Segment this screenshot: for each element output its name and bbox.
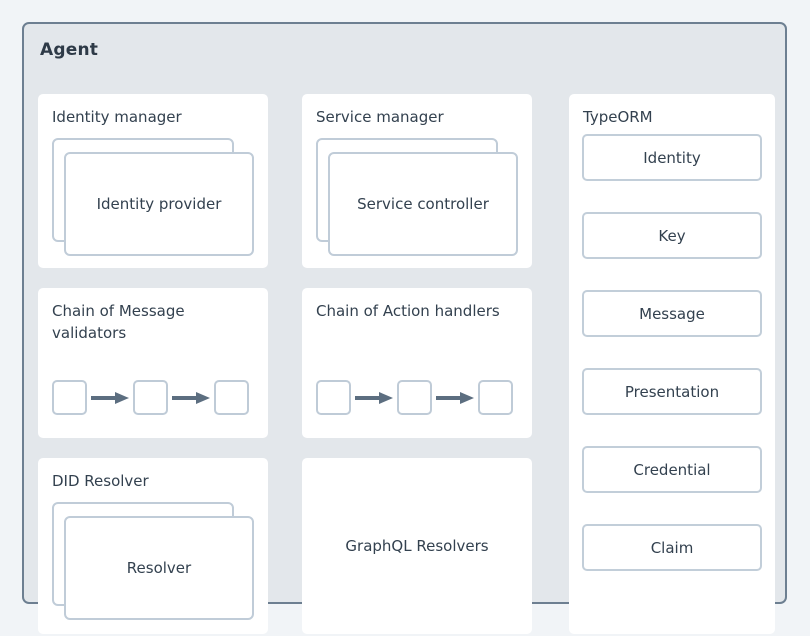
typeorm-entity-list: Identity Key Message Presentation Creden…	[582, 134, 762, 571]
card-did-resolver[interactable]: DID Resolver Resolver	[38, 458, 268, 634]
card-action-handlers[interactable]: Chain of Action handlers	[302, 288, 532, 438]
card-label-graphql-resolvers: GraphQL Resolvers	[345, 537, 489, 555]
agent-container: Agent Identity manager Identity provider…	[22, 22, 787, 634]
stack-label-resolver: Resolver	[126, 559, 192, 577]
stack-label-identity-provider: Identity provider	[96, 195, 222, 213]
chain-node[interactable]	[316, 380, 351, 415]
entity-identity[interactable]: Identity	[582, 134, 762, 181]
stack-label-service-controller: Service controller	[357, 195, 489, 213]
arrow-right-icon	[355, 391, 393, 404]
card-title-message-validators: Chain of Message validators	[52, 302, 185, 342]
card-title-typeorm: TypeORM	[583, 108, 653, 126]
card-graphql-resolvers[interactable]: GraphQL Resolvers	[302, 458, 532, 634]
stack-resolver: Resolver	[52, 502, 254, 620]
arrow-right-icon	[436, 391, 474, 404]
agent-title: Agent	[40, 40, 99, 60]
entity-presentation[interactable]: Presentation	[582, 368, 762, 415]
card-service-manager[interactable]: Service manager Service controller	[302, 94, 532, 268]
card-title-service-manager: Service manager	[316, 108, 444, 126]
arrow-right-icon	[172, 391, 210, 404]
stack-service-controller: Service controller	[316, 138, 518, 256]
card-grid: Identity manager Identity provider Servi…	[38, 72, 775, 634]
diagram-canvas: Agent Identity manager Identity provider…	[0, 0, 810, 636]
card-title-action-handlers: Chain of Action handlers	[316, 302, 500, 320]
stack-front-card[interactable]: Resolver	[64, 516, 254, 620]
stack-front-card[interactable]: Service controller	[328, 152, 518, 256]
chain-node[interactable]	[214, 380, 249, 415]
chain-node[interactable]	[133, 380, 168, 415]
entity-credential[interactable]: Credential	[582, 446, 762, 493]
card-title-did-resolver: DID Resolver	[52, 472, 149, 490]
chain-node[interactable]	[397, 380, 432, 415]
chain-message-validators	[52, 380, 249, 415]
card-title-identity-manager: Identity manager	[52, 108, 182, 126]
chain-node[interactable]	[478, 380, 513, 415]
stack-front-card[interactable]: Identity provider	[64, 152, 254, 256]
arrow-right-icon	[91, 391, 129, 404]
chain-node[interactable]	[52, 380, 87, 415]
chain-action-handlers	[316, 380, 513, 415]
card-identity-manager[interactable]: Identity manager Identity provider	[38, 94, 268, 268]
card-typeorm[interactable]: TypeORM Identity Key Message Presentatio…	[569, 94, 775, 634]
entity-key[interactable]: Key	[582, 212, 762, 259]
stack-identity-provider: Identity provider	[52, 138, 254, 256]
entity-message[interactable]: Message	[582, 290, 762, 337]
card-message-validators[interactable]: Chain of Message validators	[38, 288, 268, 438]
entity-claim[interactable]: Claim	[582, 524, 762, 571]
